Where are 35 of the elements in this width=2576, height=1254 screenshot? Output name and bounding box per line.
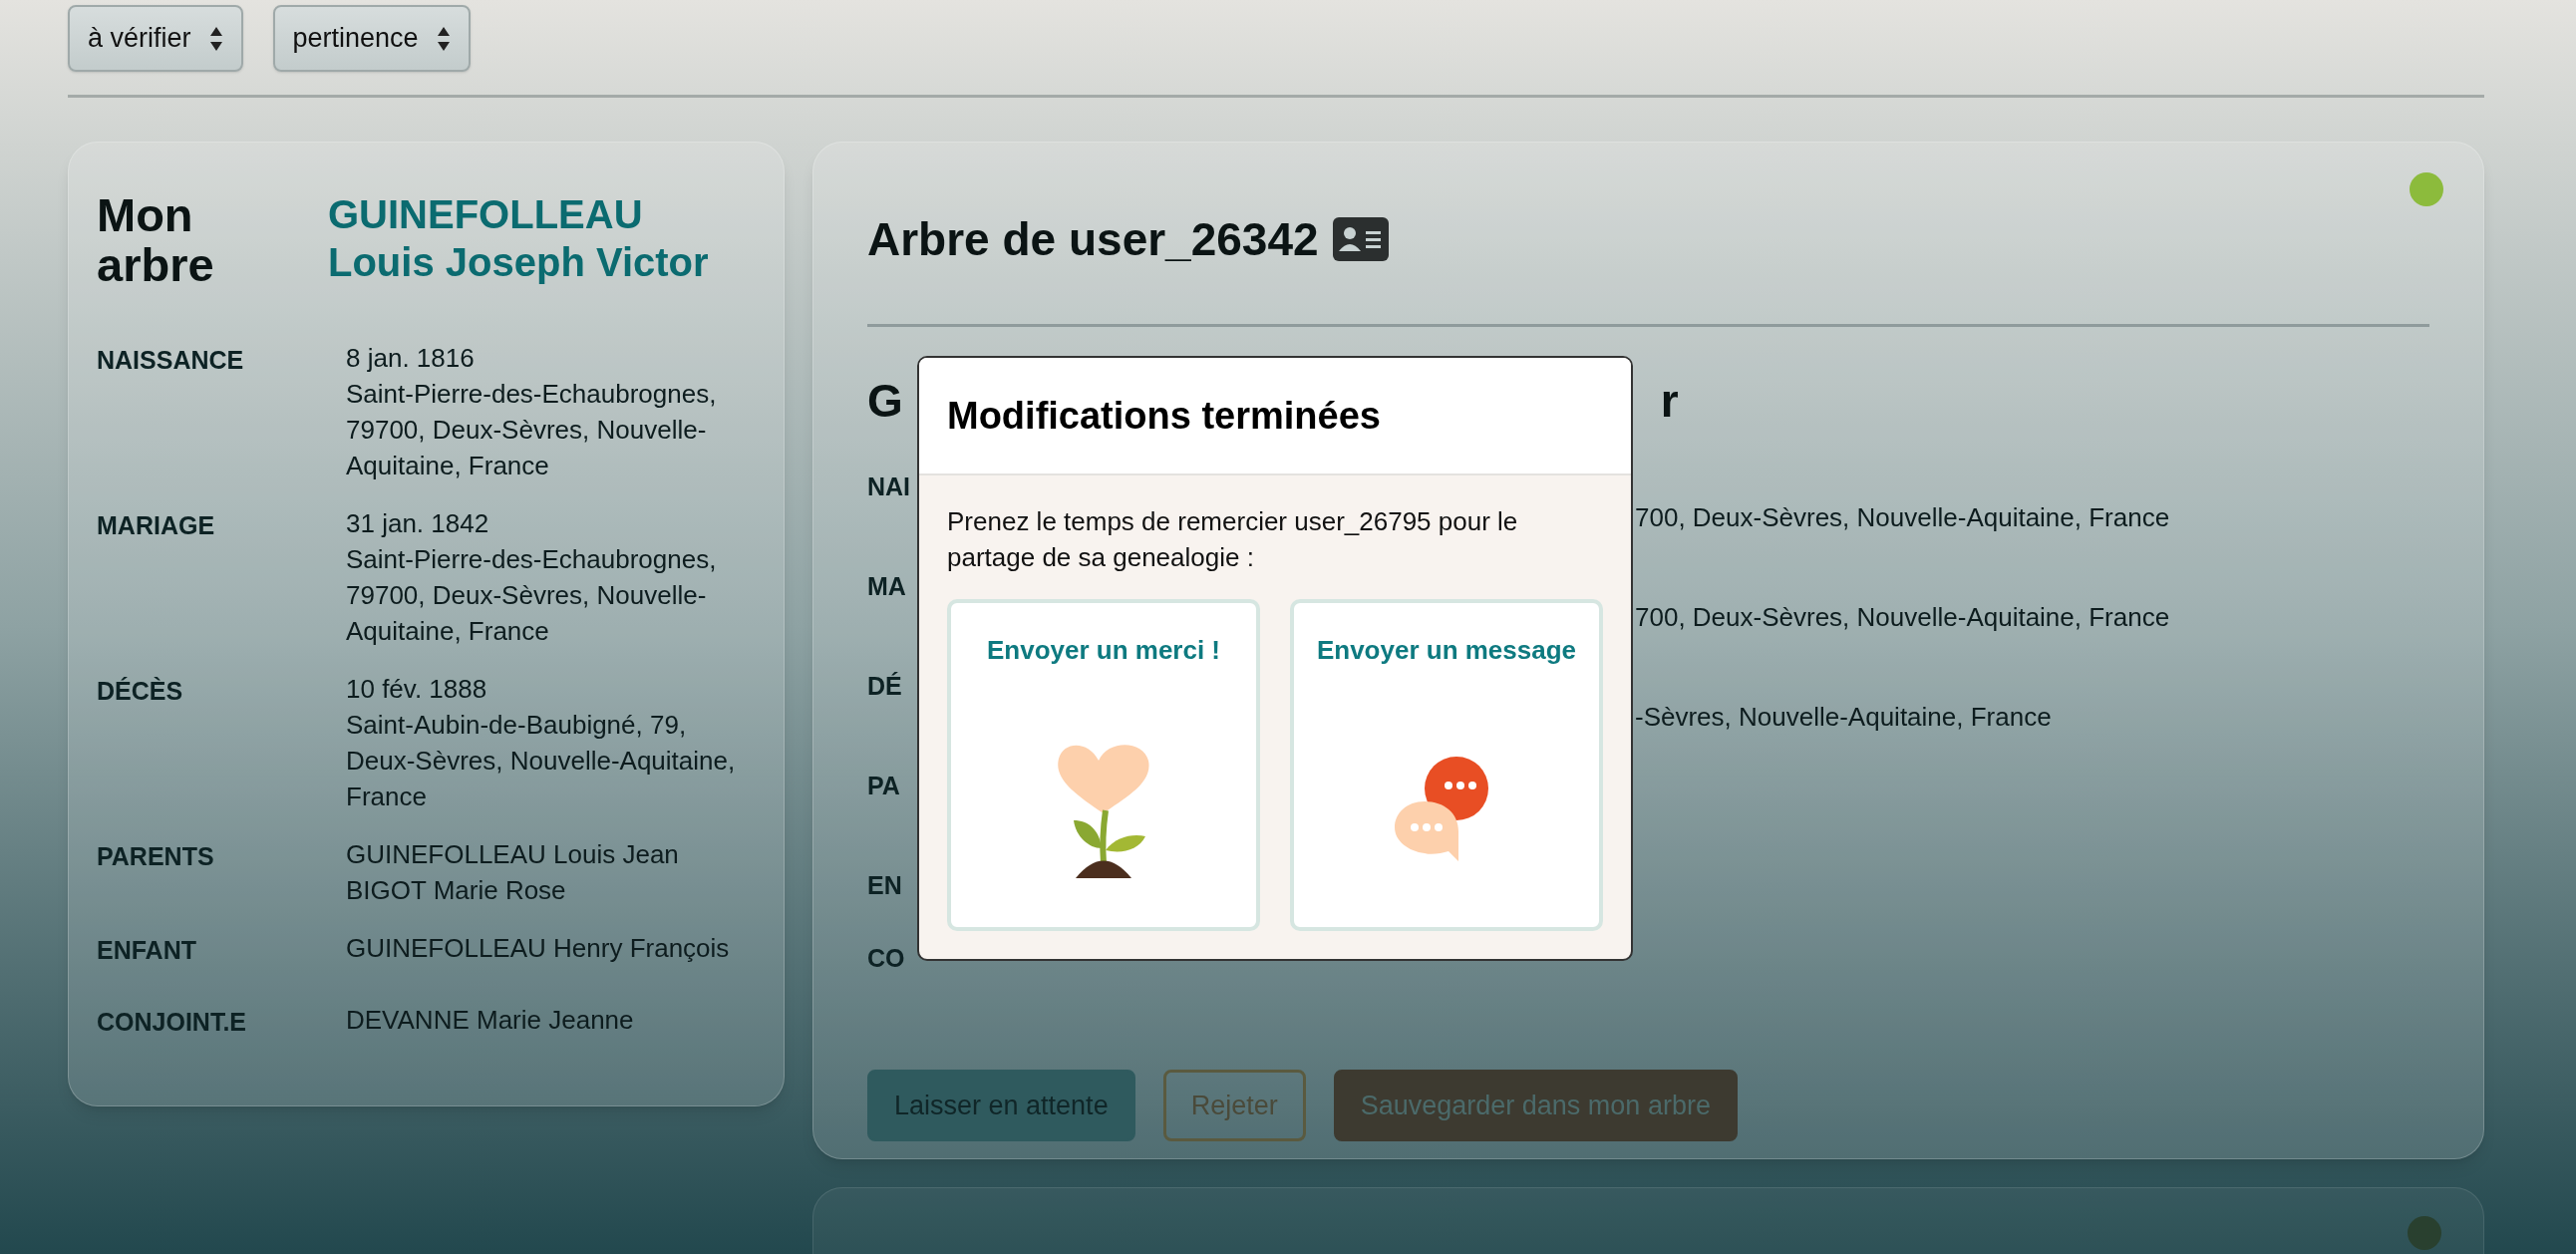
dialog-title: Modifications terminées xyxy=(947,393,1381,439)
fact-label: MARIAGE xyxy=(97,510,216,541)
fact-value: 700, Deux-Sèvres, Nouvelle-Aquitaine, France xyxy=(1635,601,2170,634)
fact-value: DEVANNE Marie Jeanne xyxy=(346,1003,635,1037)
fact-value: 10 fév. 1888 Saint-Aubin-de-Baubigné, 79, Deux-Sèvres, Nouvelle-Aquitaine, France xyxy=(346,673,737,813)
fact-label: CO xyxy=(867,943,906,974)
card-title: Mon arbre xyxy=(97,190,215,290)
send-message-button[interactable]: Envoyer un message xyxy=(1290,599,1603,931)
fact-label: PA xyxy=(867,771,901,801)
fact-label: CONJOINT.E xyxy=(97,1006,248,1038)
fact-value: -Sèvres, Nouvelle-Aquitaine, France xyxy=(1635,701,2052,734)
contact-card-icon[interactable] xyxy=(1332,217,1389,261)
sort-select[interactable]: à vérifier xyxy=(68,5,243,72)
fact-label: NAI xyxy=(867,471,912,502)
sort-select[interactable]: pertinence xyxy=(272,5,471,72)
fact-value: 31 jan. 1842 Saint-Pierre-des-Echaubrognes, 79700, Deux-Sèvres, Nouvelle-Aquitaine, France xyxy=(346,507,718,648)
fact-label: EN xyxy=(867,870,903,901)
person-name: GUINEFOLLEAU Louis Joseph Victor xyxy=(328,191,709,286)
person-name: G xyxy=(867,374,903,427)
fact-value: 8 jan. 1816 Saint-Pierre-des-Echaubrognes, 79700, Deux-Sèvres, Nouvelle-Aquitaine, France xyxy=(346,342,718,482)
tree-title: Arbre de user_26342 xyxy=(867,211,1319,267)
person-name: r xyxy=(1660,374,1679,427)
select-arrows-icon xyxy=(208,25,223,52)
fact-label: DÉCÈS xyxy=(97,676,184,707)
fact-label: NAISSANCE xyxy=(97,345,245,376)
fact-label: DÉ xyxy=(867,671,903,702)
fact-value: GUINEFOLLEAU Henry François xyxy=(346,932,731,965)
send-thanks-button[interactable]: Envoyer un merci ! xyxy=(947,599,1260,931)
fact-value: 700, Deux-Sèvres, Nouvelle-Aquitaine, France xyxy=(1635,501,2170,534)
fact-label: PARENTS xyxy=(97,841,215,872)
fact-label: MA xyxy=(867,571,907,602)
fact-label: ENFANT xyxy=(97,935,197,966)
fact-value: GUINEFOLLEAU Louis Jean BIGOT Marie Rose xyxy=(346,838,680,907)
dialog-message: Prenez le temps de remercier user_26795 pour le partage de sa genealogie : xyxy=(947,505,1519,574)
select-arrows-icon xyxy=(436,25,451,52)
